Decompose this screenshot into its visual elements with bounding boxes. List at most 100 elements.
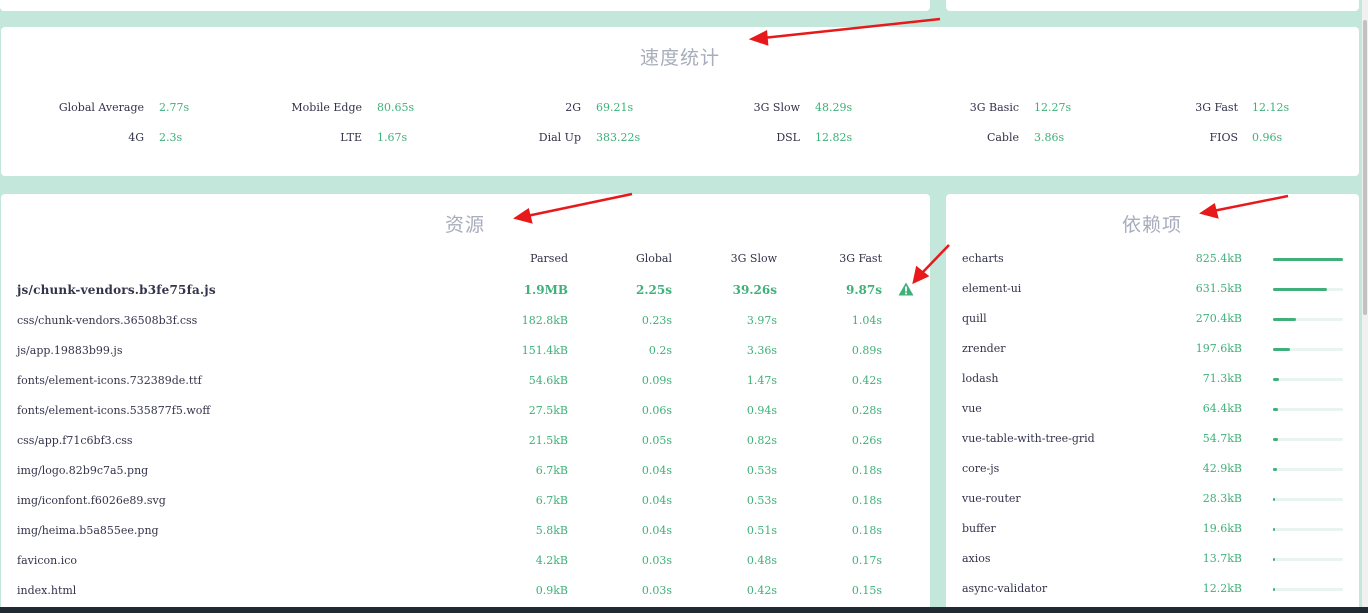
warning-triangle-icon[interactable] [898,282,914,296]
speed-label: FIOS [1,131,1238,145]
asset-slow-value: 0.94s [746,404,777,417]
dependency-size: 64.4kB [1202,402,1242,415]
dependency-size: 42.9kB [1202,462,1242,475]
dependency-size: 19.6kB [1202,522,1242,535]
asset-fast-value: 0.18s [851,524,882,537]
asset-name: js/app.19883b99.js [17,344,123,357]
dependency-size-bar [1273,528,1343,531]
asset-parsed-value: 182.8kB [521,314,568,327]
list-item[interactable]: buffer 19.6kB [946,522,1359,538]
asset-name: index.html [17,584,77,597]
asset-global-value: 0.03s [641,584,672,597]
asset-fast-value: 0.15s [851,584,882,597]
asset-slow-value: 3.97s [746,314,777,327]
assets-title: 资源 [445,214,486,236]
asset-fast-value: 0.28s [851,404,882,417]
table-row[interactable]: fonts/element-icons.535877f5.woff 27.5kB 0… [1,404,930,420]
list-item[interactable]: vue-table-with-tree-grid 54.7kB [946,432,1359,448]
asset-name: fonts/element-icons.732389de.ttf [17,374,202,387]
table-row[interactable]: img/heima.b5a855ee.png 5.8kB 0.04s 0.51s 0.1… [1,524,930,540]
asset-name: favicon.ico [17,554,78,567]
table-row[interactable]: css/chunk-vendors.36508b3f.css 182.8kB 0.2… [1,314,930,330]
table-row[interactable]: js/chunk-vendors.b3fe75fa.js 1.9MB 2.25s 39… [1,282,930,299]
list-item[interactable]: core-js 42.9kB [946,462,1359,478]
dependency-size: 54.7kB [1202,432,1242,445]
table-row[interactable]: js/app.19883b99.js 151.4kB 0.2s 3.36s 0.89s [1,344,930,360]
asset-parsed-value: 21.5kB [528,434,568,447]
asset-global-value: 0.04s [641,524,672,537]
asset-global-value: 0.09s [641,374,672,387]
speed-stats-title: 速度统计 [639,47,720,69]
dependency-size-bar-fill [1273,288,1327,291]
dependency-size: 12.2kB [1202,582,1242,595]
dependency-size-bar-fill [1273,588,1275,591]
dependency-size-bar-fill [1273,258,1343,261]
dependency-name: async-validator [962,582,1048,595]
dependency-size-bar [1273,468,1343,471]
bottom-bar [0,607,1368,613]
asset-global-value: 0.05s [641,434,672,447]
asset-name: img/logo.82b9c7a5.png [17,464,149,477]
asset-fast-value: 0.17s [851,554,882,567]
speed-value: 0.96s [1252,131,1332,145]
dependency-size: 825.4kB [1195,252,1242,265]
dependency-size-bar-fill [1273,438,1278,441]
list-item[interactable]: echarts 825.4kB [946,252,1359,268]
asset-name: css/app.f71c6bf3.css [17,434,133,447]
asset-fast-value: 0.89s [851,344,882,357]
dependency-size: 270.4kB [1195,312,1242,325]
table-row[interactable]: fonts/element-icons.732389de.ttf 54.6kB 0.… [1,374,930,390]
dependency-size-bar [1273,288,1343,291]
list-item[interactable]: quill 270.4kB [946,312,1359,328]
asset-parsed-value: 4.2kB [535,554,568,567]
table-row[interactable]: favicon.ico 4.2kB 0.03s 0.48s 0.17s [1,554,930,570]
asset-slow-value: 0.53s [746,464,777,477]
asset-global-value: 2.25s [636,283,672,297]
asset-slow-value: 0.53s [746,494,777,507]
asset-slow-value: 1.47s [746,374,777,387]
dependency-size-bar-fill [1273,348,1290,351]
list-item[interactable]: axios 13.7kB [946,552,1359,568]
column-header-3g-fast: 3G Fast [839,252,882,265]
asset-slow-value: 0.42s [746,584,777,597]
asset-name: fonts/element-icons.535877f5.woff [17,404,211,417]
dependency-name: lodash [962,372,999,385]
asset-global-value: 0.23s [641,314,672,327]
speed-label: 3G Fast [1,101,1238,115]
dependency-size-bar-fill [1273,318,1296,321]
table-row[interactable]: img/logo.82b9c7a5.png 6.7kB 0.04s 0.53s 0.18… [1,464,930,480]
scrollbar-thumb[interactable] [1363,20,1367,315]
speed-label-text: FIOS [1209,131,1238,144]
list-item[interactable]: vue-router 28.3kB [946,492,1359,508]
table-row[interactable]: img/iconfont.f6026e89.svg 6.7kB 0.04s 0.53s… [1,494,930,510]
asset-parsed-value: 27.5kB [528,404,568,417]
list-item[interactable]: zrender 197.6kB [946,342,1359,358]
list-item[interactable]: vue 64.4kB [946,402,1359,418]
asset-parsed-value: 1.9MB [523,283,568,297]
list-item[interactable]: element-ui 631.5kB [946,282,1359,298]
asset-slow-value: 0.82s [746,434,777,447]
asset-global-value: 0.2s [648,344,672,357]
dependency-size-bar [1273,588,1343,591]
dependency-size-bar [1273,378,1343,381]
dependency-size-bar [1273,258,1343,261]
asset-slow-value: 3.36s [746,344,777,357]
list-item[interactable]: lodash 71.3kB [946,372,1359,388]
asset-fast-value: 0.26s [851,434,882,447]
asset-name: css/chunk-vendors.36508b3f.css [17,314,198,327]
table-row[interactable]: index.html 0.9kB 0.03s 0.42s 0.15s [1,584,930,600]
dependency-name: quill [962,312,987,325]
table-row[interactable]: css/app.f71c6bf3.css 21.5kB 0.05s 0.82s 0.26… [1,434,930,450]
asset-parsed-value: 54.6kB [528,374,568,387]
asset-global-value: 0.04s [641,494,672,507]
dependency-size-bar-fill [1273,408,1278,411]
speed-stats-panel: 速度统计 Global Average 2.77s Mobile Edge 80.65… [1,27,1359,176]
page-scrollbar[interactable] [1362,0,1368,607]
dependency-size-bar [1273,318,1343,321]
asset-fast-value: 0.42s [851,374,882,387]
dependency-size-bar-fill [1273,558,1275,561]
list-item[interactable]: async-validator 12.2kB [946,582,1359,598]
speed-label-text: 3G Fast [1195,101,1238,114]
dependency-name: element-ui [962,282,1022,295]
asset-name: img/heima.b5a855ee.png [17,524,159,537]
